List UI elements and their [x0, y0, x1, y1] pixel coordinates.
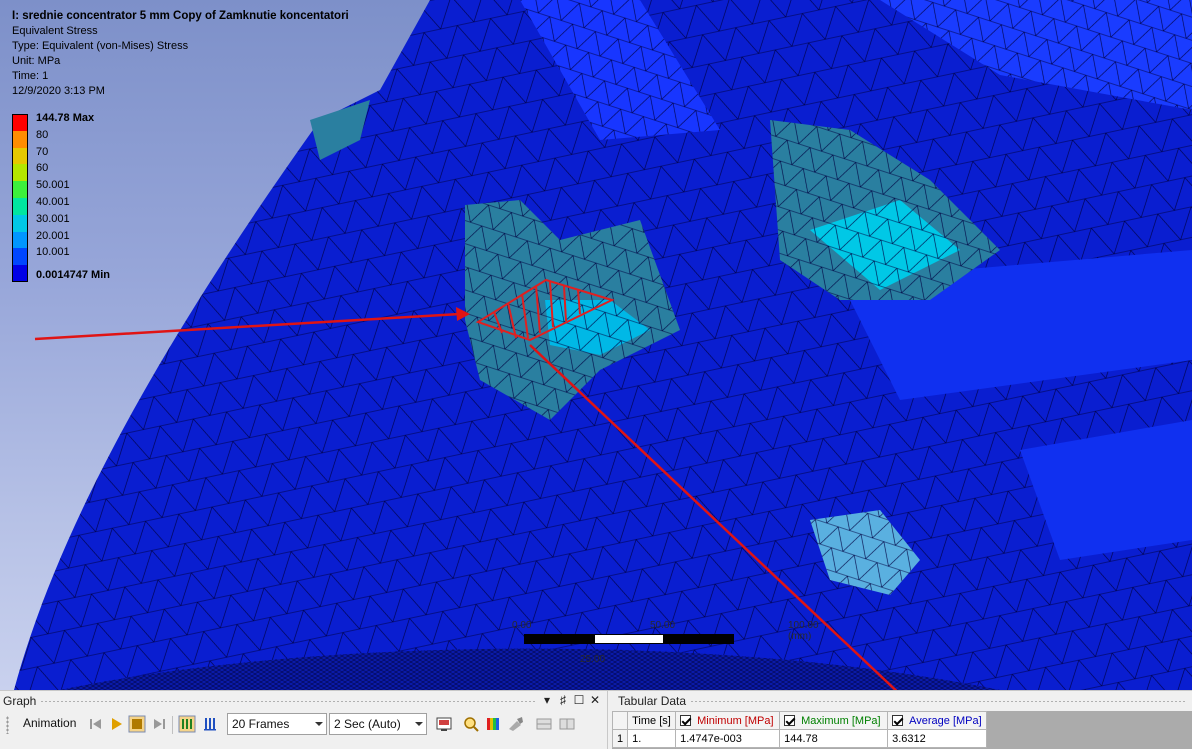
tabular-panel-title: Tabular Data: [618, 694, 687, 708]
legend-level: 70: [36, 145, 49, 158]
column-label: Average [MPa]: [909, 714, 982, 727]
export-video-icon[interactable]: [435, 715, 453, 733]
legend-swatch: [12, 248, 28, 266]
panel-grip[interactable]: [40, 700, 537, 703]
pin-icon[interactable]: ♯: [557, 693, 569, 707]
scale-label-0: 0.00: [512, 620, 532, 631]
legend-swatch: [12, 147, 28, 165]
chevron-down-icon: [415, 722, 423, 726]
close-icon[interactable]: ✕: [589, 693, 601, 707]
legend-swatch: [12, 114, 28, 131]
zoom-icon[interactable]: [462, 715, 480, 733]
scale-segment: [664, 634, 734, 644]
legend-level: 50.001: [36, 179, 70, 192]
duration-select[interactable]: 2 Sec (Auto): [329, 713, 427, 735]
stop-icon[interactable]: [128, 715, 146, 733]
row-index: 1: [611, 729, 629, 748]
legend-level: 10.001: [36, 246, 70, 259]
play-icon[interactable]: [107, 715, 125, 733]
scale-label-25: 25.00: [580, 654, 606, 665]
scale-bar: 0.00 50.00 100.00 (mm) 25.00: [500, 618, 840, 668]
scale-segment: [524, 634, 594, 644]
legend-level: 60: [36, 162, 49, 175]
graph-panel-title: Graph: [3, 694, 37, 708]
frames-select[interactable]: 20 Frames: [227, 713, 327, 735]
legend-swatch: [12, 214, 28, 232]
result-sets-icon[interactable]: [201, 715, 219, 733]
tabular-data-table: Time [s] Minimum [MPa] Maximum [MPa] Ave…: [611, 711, 1192, 749]
legend-max: 144.78 Max: [36, 112, 95, 124]
animation-label: Animation: [23, 716, 77, 730]
distributed-frames-icon[interactable]: [178, 715, 196, 733]
legend-min: 0.0014747 Min: [36, 269, 110, 282]
legend-level: 30.001: [36, 212, 70, 225]
legend-swatch: [12, 181, 28, 198]
contour-bands-icon[interactable]: [485, 715, 503, 733]
scale-segment: [594, 634, 664, 644]
column-label: Maximum [MPa]: [801, 714, 881, 727]
chart-view-icon[interactable]: [558, 715, 576, 733]
column-header-average[interactable]: Average [MPa]: [887, 711, 987, 730]
legend-level: 40.001: [36, 195, 70, 208]
legend-swatch: [12, 130, 28, 148]
cell-minimum[interactable]: 1.4747e-003: [675, 729, 781, 748]
column-header-time[interactable]: Time [s]: [627, 711, 677, 730]
column-header-minimum[interactable]: Minimum [MPa]: [675, 711, 781, 730]
graphics-viewport[interactable]: I: srednie concentrator 5 mm Copy of Zam…: [0, 0, 1192, 690]
result-type: Equivalent Stress: [12, 25, 98, 37]
result-unit: Unit: MPa: [12, 55, 61, 67]
step-forward-icon[interactable]: [150, 715, 168, 733]
step-back-icon[interactable]: [87, 715, 105, 733]
table-row[interactable]: 1 1. 1.4747e-003 144.78 3.6312: [611, 729, 987, 748]
table-header-row: Time [s] Minimum [MPa] Maximum [MPa] Ave…: [611, 711, 987, 730]
result-date: 12/9/2020 3:13 PM: [12, 85, 105, 97]
legend-level: 20.001: [36, 229, 70, 242]
result-time: Time: 1: [12, 70, 49, 82]
bottom-panels: Graph ▾ ♯ ☐ ✕ Animation 20 Frames 2 Sec …: [0, 690, 1192, 749]
legend-swatch: [12, 265, 28, 282]
row-index-header: [611, 711, 629, 730]
result-subtype: Type: Equivalent (von-Mises) Stress: [12, 40, 189, 52]
tabular-panel-header: Tabular Data: [612, 691, 1192, 711]
checkbox-maximum[interactable]: [784, 714, 796, 726]
table-view-icon[interactable]: [535, 715, 553, 733]
chevron-down-icon: [315, 722, 323, 726]
duration-value: 2 Sec (Auto): [334, 717, 401, 731]
maximize-icon[interactable]: ☐: [573, 693, 585, 707]
legend-swatch: [12, 164, 28, 182]
scale-label-50: 50.00: [650, 620, 676, 631]
graph-panel: Graph ▾ ♯ ☐ ✕ Animation 20 Frames 2 Sec …: [0, 691, 608, 749]
legend-swatch: [12, 197, 28, 215]
tabular-data-panel: Tabular Data Time [s] Minimum [MPa] Maxi…: [611, 691, 1192, 749]
legend-swatch: [12, 231, 28, 249]
result-info: I: srednie concentrator 5 mm Copy of Zam…: [12, 9, 349, 99]
cell-maximum[interactable]: 144.78: [779, 729, 889, 748]
graph-panel-header: Graph ▾ ♯ ☐ ✕: [0, 691, 607, 711]
scale-label-100: 100.00 (mm): [788, 620, 819, 642]
column-label: Minimum [MPa]: [697, 714, 774, 727]
separator: [172, 716, 173, 734]
fea-model-view[interactable]: [0, 0, 1192, 690]
dropdown-icon[interactable]: ▾: [541, 693, 553, 707]
animation-toolbar: Animation 20 Frames 2 Sec (Auto): [0, 713, 607, 737]
cell-average[interactable]: 3.6312: [887, 729, 987, 748]
frames-value: 20 Frames: [232, 717, 290, 731]
column-header-maximum[interactable]: Maximum [MPa]: [779, 711, 889, 730]
panel-grip[interactable]: [690, 700, 1186, 703]
toolbar-grip[interactable]: [6, 716, 9, 734]
column-label: Time [s]: [632, 714, 671, 727]
probe-icon[interactable]: [507, 715, 525, 733]
result-title: I: srednie concentrator 5 mm Copy of Zam…: [12, 10, 349, 22]
checkbox-average[interactable]: [892, 714, 904, 726]
legend-level: 80: [36, 128, 49, 141]
cell-time[interactable]: 1.: [627, 729, 677, 748]
checkbox-minimum[interactable]: [680, 714, 692, 726]
